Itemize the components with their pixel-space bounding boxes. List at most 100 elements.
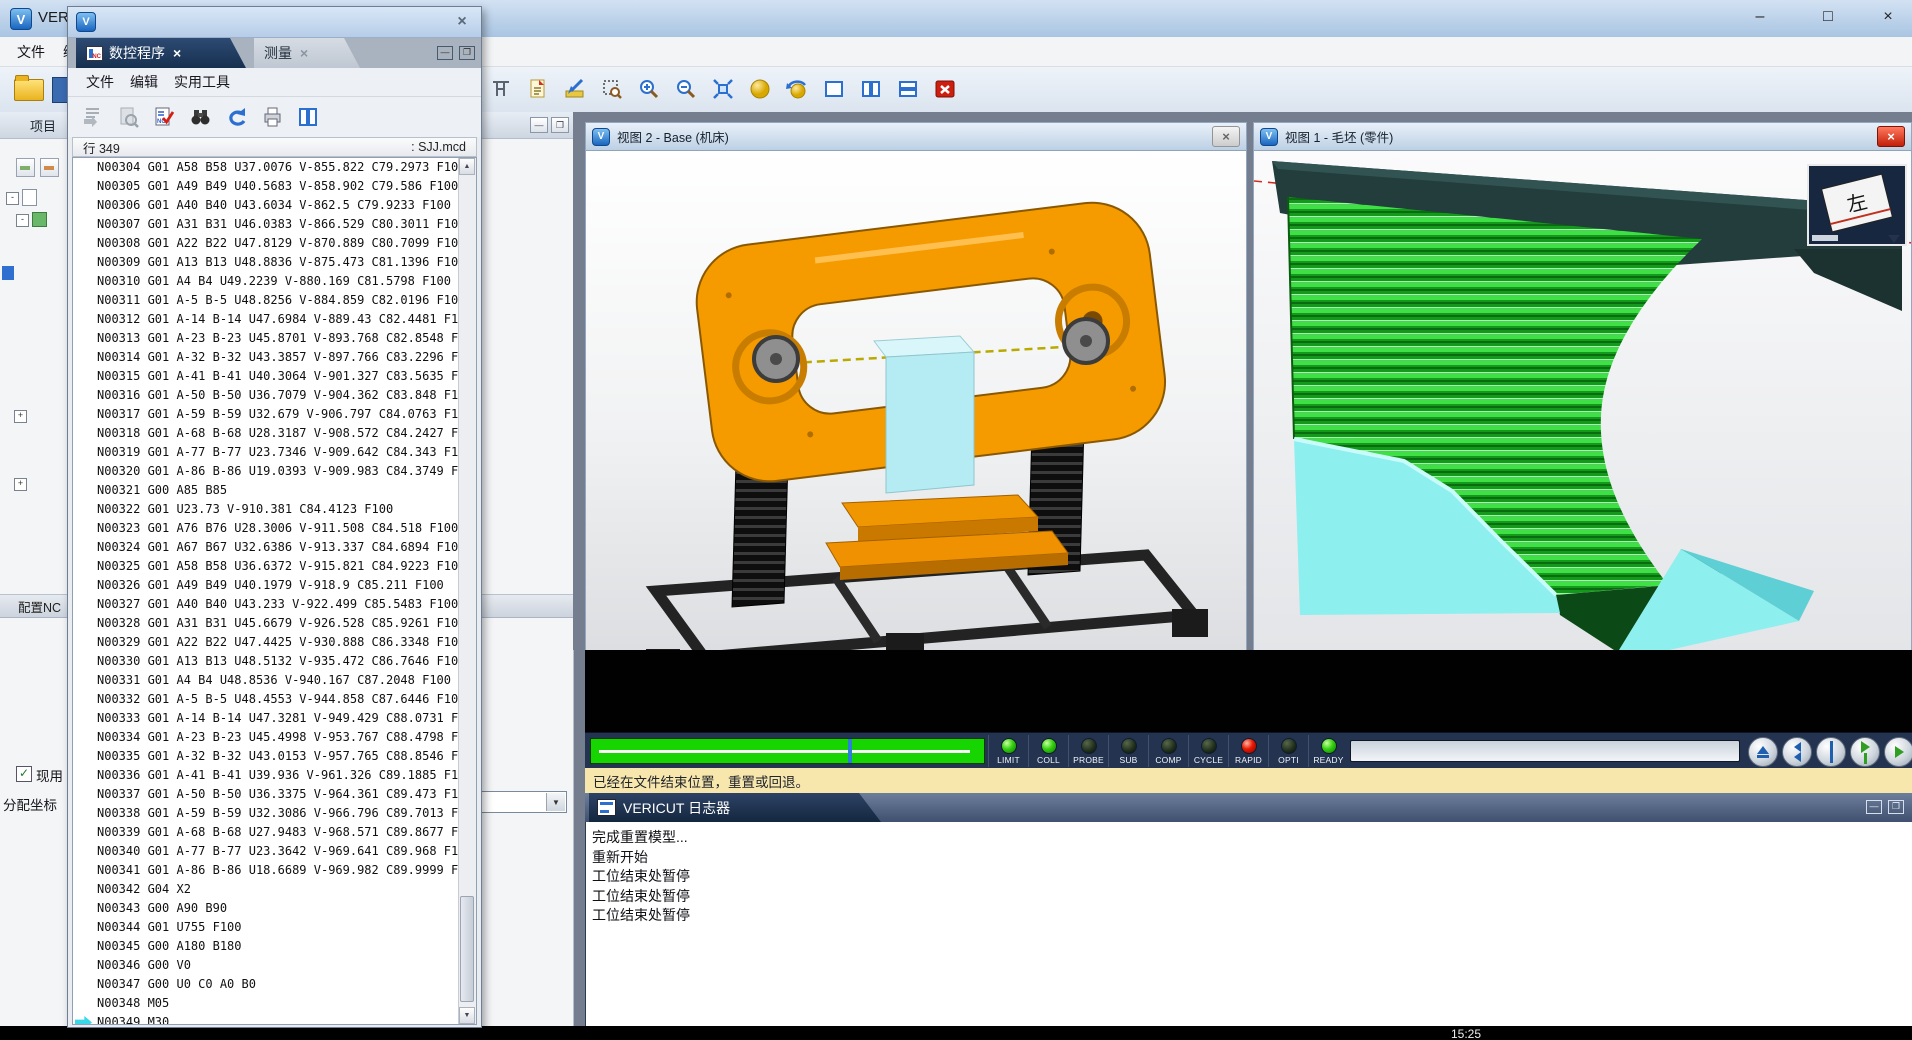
scroll-thumb[interactable] bbox=[460, 896, 474, 1002]
tree-expander3-icon[interactable]: + bbox=[14, 410, 27, 423]
nc-line[interactable]: N00324 G01 A67 B67 U32.6386 V-913.337 C8… bbox=[73, 538, 459, 557]
log-tab[interactable]: VERICUT 日志器 bbox=[589, 793, 881, 822]
nc-line[interactable]: N00315 G01 A-41 B-41 U40.3064 V-901.327 … bbox=[73, 367, 459, 386]
split-vertical-layout-icon[interactable] bbox=[856, 74, 886, 104]
nc-line[interactable]: N00344 G01 U755 F100 bbox=[73, 918, 459, 937]
status-led[interactable]: COMP bbox=[1148, 735, 1188, 767]
nc-line[interactable]: N00317 G01 A-59 B-59 U32.679 V-906.797 C… bbox=[73, 405, 459, 424]
nc-menu-item[interactable]: 文件 bbox=[78, 69, 122, 95]
nc-window-close-icon[interactable]: × bbox=[451, 13, 473, 31]
close-button[interactable]: × bbox=[1866, 4, 1910, 30]
find-binoculars-icon[interactable] bbox=[186, 103, 214, 131]
close-view-icon[interactable] bbox=[930, 74, 960, 104]
nc-scrollbar[interactable]: ▲ ▼ bbox=[458, 158, 476, 1024]
nc-line[interactable]: N00307 G01 A31 B31 U46.0383 V-866.529 C8… bbox=[73, 215, 459, 234]
nc-line[interactable]: N00318 G01 A-68 B-68 U28.3187 V-908.572 … bbox=[73, 424, 459, 443]
section-cut-icon[interactable] bbox=[560, 74, 590, 104]
two-column-view-icon[interactable] bbox=[294, 103, 322, 131]
stock-3d-canvas[interactable]: 左 bbox=[1254, 151, 1911, 651]
tree-expander-icon[interactable]: - bbox=[6, 192, 19, 205]
split-horizontal-layout-icon[interactable] bbox=[893, 74, 923, 104]
viewport-machine-titlebar[interactable]: V 视图 2 - Base (机床) × bbox=[586, 123, 1246, 151]
nc-line[interactable]: N00337 G01 A-50 B-50 U36.3375 V-964.361 … bbox=[73, 785, 459, 804]
status-led[interactable]: LIMIT bbox=[988, 735, 1028, 767]
nc-line[interactable]: N00322 G01 U23.73 V-910.381 C84.4123 F10… bbox=[73, 500, 459, 519]
nc-line[interactable]: N00305 G01 A49 B49 U40.5683 V-858.902 C7… bbox=[73, 177, 459, 196]
tab-nc-program[interactable]: 数控程序 × bbox=[76, 38, 246, 68]
nc-line[interactable]: N00330 G01 A13 B13 U48.5132 V-935.472 C8… bbox=[73, 652, 459, 671]
rewind-button[interactable] bbox=[1782, 737, 1812, 767]
step-to-end-button[interactable] bbox=[1850, 737, 1880, 767]
report-icon[interactable] bbox=[523, 74, 553, 104]
nc-line[interactable]: N00328 G01 A31 B31 U45.6679 V-926.528 C8… bbox=[73, 614, 459, 633]
minimize-button[interactable]: – bbox=[1738, 4, 1782, 30]
nc-line[interactable]: N00346 G00 V0 bbox=[73, 956, 459, 975]
nc-minimize-icon[interactable]: — bbox=[437, 46, 453, 60]
nc-menu-item[interactable]: 实用工具 bbox=[166, 69, 238, 95]
zoom-in-icon[interactable] bbox=[634, 74, 664, 104]
tree-expander2-icon[interactable]: - bbox=[16, 214, 29, 227]
nc-line[interactable]: N00308 G01 A22 B22 U47.8129 V-870.889 C8… bbox=[73, 234, 459, 253]
nc-line[interactable]: N00329 G01 A22 B22 U47.4425 V-930.888 C8… bbox=[73, 633, 459, 652]
nc-line[interactable]: N00323 G01 A76 B76 U28.3006 V-911.508 C8… bbox=[73, 519, 459, 538]
nc-line[interactable]: N00325 G01 A58 B58 U36.6372 V-915.821 C8… bbox=[73, 557, 459, 576]
rotate-view-icon[interactable] bbox=[782, 74, 812, 104]
viewport-machine-close-icon[interactable]: × bbox=[1212, 126, 1240, 147]
status-led[interactable]: PROBE bbox=[1068, 735, 1108, 767]
nc-code-list[interactable]: N00304 G01 A58 B58 U37.0076 V-855.822 C7… bbox=[72, 157, 477, 1025]
main-menu-item[interactable]: 文件 bbox=[8, 39, 54, 65]
tree-tool2-icon[interactable] bbox=[40, 158, 59, 177]
single-view-layout-icon[interactable] bbox=[819, 74, 849, 104]
nc-search-icon[interactable] bbox=[114, 103, 142, 131]
active-checkbox[interactable]: ✓ bbox=[16, 766, 32, 782]
simulation-progress-bar[interactable] bbox=[590, 738, 985, 764]
nc-line[interactable]: N00335 G01 A-32 B-32 U43.0153 V-957.765 … bbox=[73, 747, 459, 766]
pause-button[interactable] bbox=[1816, 737, 1846, 767]
play-button[interactable] bbox=[1884, 737, 1912, 767]
shade-sphere-icon[interactable] bbox=[745, 74, 775, 104]
scroll-down-icon[interactable]: ▼ bbox=[459, 1007, 475, 1024]
nc-menu-item[interactable]: 编辑 bbox=[122, 69, 166, 95]
status-led[interactable]: READY bbox=[1308, 735, 1348, 767]
nc-line[interactable]: N00343 G00 A90 B90 bbox=[73, 899, 459, 918]
nc-line[interactable]: N00312 G01 A-14 B-14 U47.6984 V-889.43 C… bbox=[73, 310, 459, 329]
nc-window-titlebar[interactable]: V × bbox=[68, 7, 481, 38]
measure-caliper-icon[interactable] bbox=[486, 74, 516, 104]
status-led[interactable]: CYCLE bbox=[1188, 735, 1228, 767]
nc-line[interactable]: N00334 G01 A-23 B-23 U45.4998 V-953.767 … bbox=[73, 728, 459, 747]
tree-project-icon[interactable] bbox=[22, 189, 37, 206]
viewport-stock-titlebar[interactable]: V 视图 1 - 毛坯 (零件) × bbox=[1254, 123, 1911, 151]
scroll-up-icon[interactable]: ▲ bbox=[459, 158, 475, 175]
open-folder-icon[interactable] bbox=[14, 79, 44, 101]
status-led[interactable]: RAPID bbox=[1228, 735, 1268, 767]
nc-line[interactable]: N00331 G01 A4 B4 U48.8536 V-940.167 C87.… bbox=[73, 671, 459, 690]
nc-line[interactable]: N00349 M30 bbox=[73, 1013, 459, 1025]
status-led[interactable]: OPTI bbox=[1268, 735, 1308, 767]
log-float-icon[interactable]: ❐ bbox=[1888, 800, 1904, 814]
nc-line[interactable]: N00345 G00 A180 B180 bbox=[73, 937, 459, 956]
nc-line[interactable]: N00309 G01 A13 B13 U48.8836 V-875.473 C8… bbox=[73, 253, 459, 272]
undo-icon[interactable] bbox=[222, 103, 250, 131]
print-icon[interactable] bbox=[258, 103, 286, 131]
tree-node-icon[interactable] bbox=[32, 212, 47, 227]
nc-line[interactable]: N00339 G01 A-68 B-68 U27.9483 V-968.571 … bbox=[73, 823, 459, 842]
zoom-out-icon[interactable] bbox=[671, 74, 701, 104]
nc-line[interactable]: N00347 G00 U0 C0 A0 B0 bbox=[73, 975, 459, 994]
tree-expander4-icon[interactable]: + bbox=[14, 478, 27, 491]
nc-line[interactable]: N00332 G01 A-5 B-5 U48.4553 V-944.858 C8… bbox=[73, 690, 459, 709]
viewport-stock-close-icon[interactable]: × bbox=[1877, 126, 1905, 147]
nc-check-icon[interactable]: NC bbox=[150, 103, 178, 131]
nc-line[interactable]: N00340 G01 A-77 B-77 U23.3642 V-969.641 … bbox=[73, 842, 459, 861]
tab-close-icon[interactable]: × bbox=[300, 45, 308, 61]
nc-line[interactable]: N00342 G04 X2 bbox=[73, 880, 459, 899]
nc-line[interactable]: N00313 G01 A-23 B-23 U45.8701 V-893.768 … bbox=[73, 329, 459, 348]
nc-line[interactable]: N00319 G01 A-77 B-77 U23.7346 V-909.642 … bbox=[73, 443, 459, 462]
maximize-button[interactable]: □ bbox=[1806, 4, 1850, 30]
status-led[interactable]: COLL bbox=[1028, 735, 1068, 767]
nc-line[interactable]: N00306 G01 A40 B40 U43.6034 V-862.5 C79.… bbox=[73, 196, 459, 215]
nc-float-icon[interactable]: ❐ bbox=[459, 46, 475, 60]
machine-3d-canvas[interactable] bbox=[586, 151, 1246, 651]
nc-line[interactable]: N00348 M05 bbox=[73, 994, 459, 1013]
nc-line[interactable]: N00310 G01 A4 B4 U49.2239 V-880.169 C81.… bbox=[73, 272, 459, 291]
panel-minimize-icon[interactable]: — bbox=[530, 117, 548, 133]
